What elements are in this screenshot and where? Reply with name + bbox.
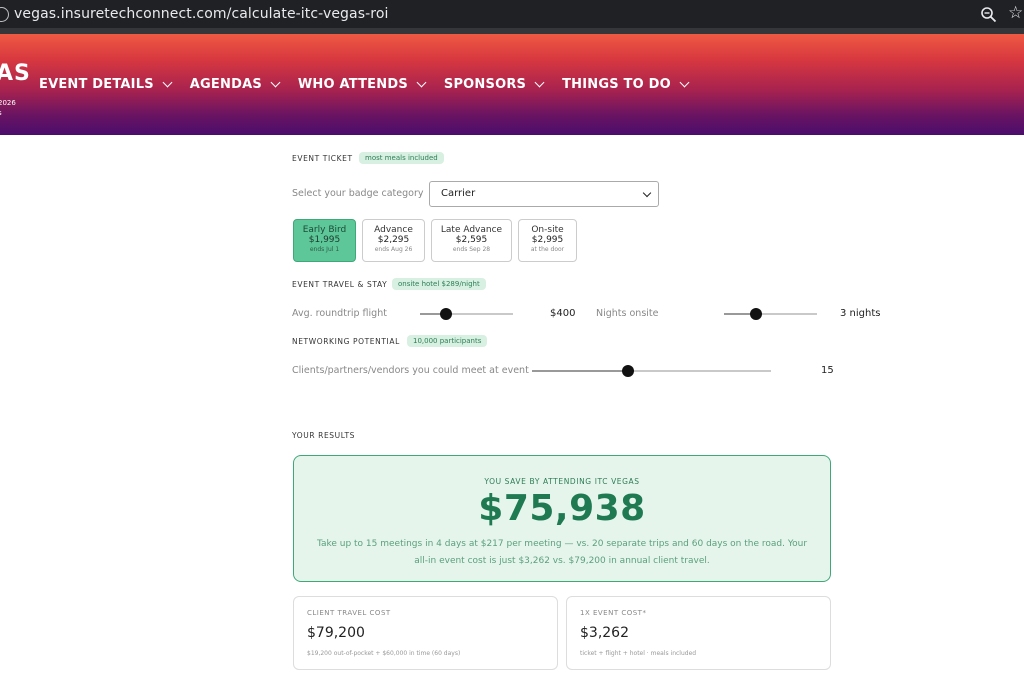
participants-pill: 10,000 participants — [407, 335, 488, 347]
badge-category-label: Select your badge category — [292, 188, 424, 199]
chevron-down-icon — [679, 77, 690, 88]
contacts-slider[interactable] — [532, 365, 771, 377]
chevron-down-icon — [270, 77, 281, 88]
badge-category-value: Carrier — [441, 188, 476, 199]
flight-value: $400 — [550, 308, 576, 319]
card-amount: $79,200 — [307, 625, 365, 641]
savings-box: YOU SAVE BY ATTENDING ITC VEGAS $75,938 … — [293, 455, 831, 582]
flight-slider-thumb[interactable] — [440, 308, 453, 320]
nights-slider-thumb[interactable] — [749, 308, 762, 320]
nav-things-to-do[interactable]: THINGS TO DO — [562, 77, 690, 92]
card-amount: $3,262 — [580, 625, 629, 641]
contacts-label: Clients/partners/vendors you could meet … — [292, 365, 529, 376]
event-cost-card: 1X EVENT COST* $3,262 ticket + flight + … — [566, 596, 831, 670]
savings-label: YOU SAVE BY ATTENDING ITC VEGAS — [484, 477, 640, 486]
nav-who-attends[interactable]: WHO ATTENDS — [298, 77, 427, 92]
nav-event-details[interactable]: EVENT DETAILS — [39, 77, 173, 92]
tier-advance[interactable]: Advance $2,295 ends Aug 26 — [362, 219, 425, 262]
chevron-down-icon — [642, 188, 652, 198]
chevron-down-icon — [416, 77, 427, 88]
card-label: 1X EVENT COST* — [580, 609, 647, 617]
savings-amount: $75,938 — [478, 488, 646, 529]
chevron-down-icon — [534, 77, 545, 88]
browser-address-bar: vegas.insuretechconnect.com/calculate-it… — [0, 0, 1024, 34]
meals-pill: most meals included — [359, 152, 444, 164]
logo-subtext: s — [0, 109, 2, 117]
badge-category-select[interactable]: Carrier — [429, 181, 659, 207]
travel-stay-heading: EVENT TRAVEL & STAY — [292, 280, 388, 289]
site-info-icon[interactable] — [0, 7, 9, 22]
savings-description: Take up to 15 meetings in 4 days at $217… — [316, 539, 808, 566]
event-ticket-heading: EVENT TICKET — [292, 154, 353, 163]
contacts-slider-fill — [532, 370, 628, 372]
flight-label: Avg. roundtrip flight — [292, 308, 387, 319]
tier-early-bird[interactable]: Early Bird $1,995 ends Jul 1 — [293, 219, 356, 262]
card-label: CLIENT TRAVEL COST — [307, 609, 391, 617]
url-text[interactable]: vegas.insuretechconnect.com/calculate-it… — [14, 6, 388, 22]
site-logo[interactable]: AS — [0, 61, 31, 86]
networking-heading: NETWORKING POTENTIAL — [292, 337, 400, 346]
main-nav: EVENT DETAILS AGENDAS WHO ATTENDS SPONSO… — [39, 77, 707, 92]
contacts-slider-thumb[interactable] — [621, 365, 634, 377]
contacts-value: 15 — [821, 365, 834, 376]
card-note: ticket + flight + hotel · meals included — [580, 650, 697, 657]
logo-subtext-year: 2026 — [0, 99, 16, 107]
results-heading: YOUR RESULTS — [292, 431, 356, 440]
bookmark-star-icon[interactable]: ☆ — [1008, 3, 1023, 23]
nav-sponsors[interactable]: SPONSORS — [444, 77, 545, 92]
tier-late-advance[interactable]: Late Advance $2,595 ends Sep 28 — [431, 219, 512, 262]
flight-slider[interactable] — [420, 308, 513, 320]
site-header: AS 2026 s EVENT DETAILS AGENDAS WHO ATTE… — [0, 34, 1024, 135]
client-travel-cost-card: CLIENT TRAVEL COST $79,200 $19,200 out-o… — [293, 596, 558, 670]
nights-value: 3 nights — [840, 308, 881, 319]
card-note: $19,200 out-of-pocket + $60,000 in time … — [307, 650, 461, 657]
zoom-icon[interactable] — [980, 6, 998, 24]
nav-agendas[interactable]: AGENDAS — [190, 77, 281, 92]
nights-slider[interactable] — [724, 308, 817, 320]
nights-label: Nights onsite — [596, 308, 659, 319]
hotel-pill: onsite hotel $289/night — [392, 278, 486, 290]
chevron-down-icon — [162, 77, 173, 88]
tier-on-site[interactable]: On-site $2,995 at the door — [518, 219, 577, 262]
